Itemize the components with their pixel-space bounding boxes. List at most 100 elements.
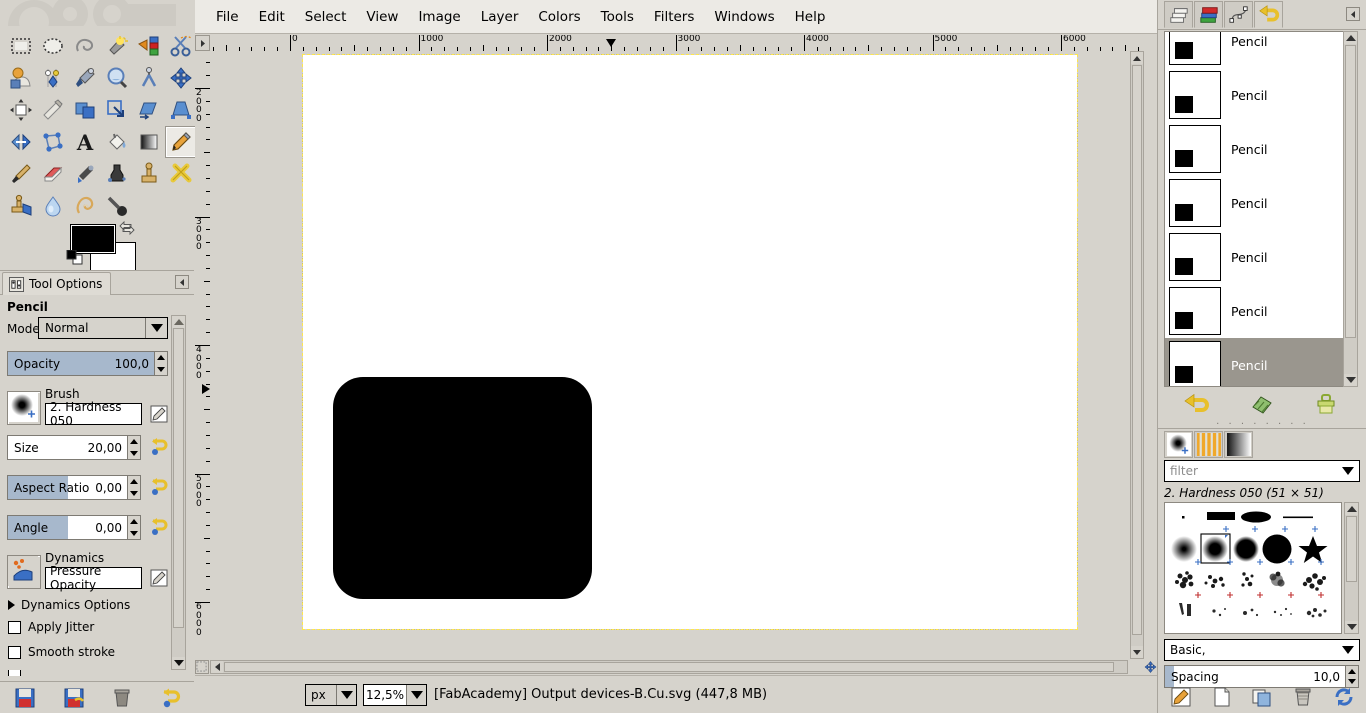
ellipse-select-tool[interactable] [37,30,69,62]
zoom-combo[interactable]: 12,5% [363,684,427,706]
canvas-horizontal-scrollbar[interactable] [210,660,1128,674]
canvas-vertical-scrollbar[interactable] [1130,51,1144,659]
canvas-hscroll-thumb[interactable] [224,662,1114,672]
edit-brush-icon[interactable] [150,405,168,423]
brush-tag-combo[interactable]: Basic, [1164,639,1360,661]
swap-colors-icon[interactable] [118,220,136,236]
align-tool[interactable] [5,94,37,126]
vertical-ruler[interactable]: 2000 3000 4000 5000 6000 [195,51,210,659]
undo-scroll-thumb[interactable] [1345,45,1356,338]
unit-combo[interactable]: px [305,684,357,706]
dodge-burn-tool[interactable] [101,190,133,222]
menu-tools[interactable]: Tools [591,6,644,28]
menu-help[interactable]: Help [785,6,836,28]
undo-history-list[interactable]: Pencil Pencil Pencil Pencil Pencil Pencil Penc… [1164,31,1349,387]
reset-angle-icon[interactable] [148,517,168,537]
fuzzy-select-tool[interactable] [101,30,133,62]
canvas-scroll-up-button[interactable] [1131,52,1143,64]
shear-tool[interactable] [133,94,165,126]
canvas-scroll-left-button[interactable] [211,661,223,673]
undo-history-item[interactable]: Pencil [1165,230,1348,284]
clear-undo-history-button[interactable] [1314,393,1338,415]
foreground-select-tool[interactable] [5,62,37,94]
brush-grid-scroll-thumb[interactable] [1346,516,1357,582]
brush-name-field[interactable]: 2. Hardness 050 [45,400,142,428]
gradient-tool[interactable] [133,126,165,158]
refresh-brushes-button[interactable] [1333,686,1355,708]
canvas-vscroll-thumb[interactable] [1132,65,1142,635]
brush-scroll-down-button[interactable] [1345,621,1358,633]
menu-select[interactable]: Select [295,6,357,28]
menu-colors[interactable]: Colors [528,6,590,28]
clone-tool[interactable] [133,158,165,190]
apply-jitter-row[interactable]: Apply Jitter [8,620,94,634]
edit-dynamics-icon[interactable] [150,569,168,587]
perspective-tool[interactable] [165,94,197,126]
menu-view[interactable]: View [356,6,408,28]
tool-options-scrollbar[interactable] [171,315,186,670]
dynamics-options-expander[interactable]: Dynamics Options [8,598,130,612]
smooth-stroke-row[interactable]: Smooth stroke [8,645,115,659]
incremental-checkbox[interactable] [8,670,21,676]
save-tool-preset-icon[interactable] [14,687,36,709]
menu-edit[interactable]: Edit [249,6,295,28]
pencil-tool[interactable] [165,126,197,158]
reset-colors-icon[interactable] [66,250,84,266]
edit-brush-button[interactable] [1170,686,1192,708]
reset-size-icon[interactable] [148,437,168,457]
scale-tool[interactable] [101,94,133,126]
undo-history-item[interactable]: Pencil [1165,68,1348,122]
scroll-down-button[interactable] [172,657,185,669]
menu-filters[interactable]: Filters [644,6,704,28]
undo-scroll-down-button[interactable] [1344,374,1357,386]
smudge-tool[interactable] [69,190,101,222]
undo-history-item[interactable]: Pencil [1165,122,1348,176]
rotate-tool[interactable] [69,94,101,126]
crop-tool[interactable] [37,94,69,126]
redo-button[interactable] [1249,393,1275,415]
tool-options-scroll-thumb[interactable] [173,328,184,628]
scroll-up-button[interactable] [172,316,185,328]
undo-history-item[interactable]: Pencil [1165,176,1348,230]
dynamics-field[interactable]: Pressure Opacity [45,564,142,592]
mode-dropdown-arrow[interactable] [145,318,167,338]
undo-history-scrollbar[interactable] [1343,31,1358,387]
smooth-stroke-checkbox[interactable] [8,645,21,659]
undo-history-item[interactable]: Pencil [1165,338,1348,386]
bucket-fill-tool[interactable] [101,126,133,158]
patterns-tab[interactable] [1194,431,1223,458]
canvas-scroll-down-button[interactable] [1131,646,1143,658]
menu-windows[interactable]: Windows [704,6,784,28]
brush-preview[interactable] [7,391,41,425]
brush-tag-dropdown-arrow[interactable] [1337,646,1359,654]
channels-tab[interactable] [1194,1,1223,28]
zoom-dropdown-arrow[interactable] [406,685,426,705]
blur-sharpen-tool[interactable] [37,190,69,222]
paths-tab[interactable] [1224,1,1253,28]
undo-history-tab[interactable] [1254,1,1283,28]
horizontal-ruler[interactable]: 0 1000 2000 3000 4000 5000 6000 [210,35,1142,51]
brush-grid[interactable] [1164,502,1342,634]
tab-tool-options[interactable]: Tool Options [2,272,112,295]
opacity-spinner[interactable] [155,351,168,376]
aspect-ratio-spinner[interactable] [128,475,141,500]
reset-tool-options-icon[interactable] [159,687,181,709]
eraser-tool[interactable] [37,158,69,190]
brush-filter-field[interactable]: filter [1164,460,1360,482]
heal-tool[interactable] [165,158,197,190]
apply-jitter-checkbox[interactable] [8,620,21,634]
duplicate-brush-button[interactable] [1251,686,1273,708]
gradients-tab[interactable] [1224,431,1253,458]
angle-slider[interactable]: Angle 0,00 [7,515,128,540]
collapse-right-dock-button[interactable] [1346,7,1360,21]
brush-scroll-up-button[interactable] [1345,503,1358,515]
layers-tab[interactable] [1164,1,1193,28]
brush-filter-dropdown-arrow[interactable] [1337,467,1359,475]
collapse-dock-button[interactable] [175,275,189,289]
canvas-area[interactable] [210,51,1142,659]
dock-resize-grip[interactable]: · · · · · · · · [1158,419,1366,430]
undo-button[interactable] [1182,393,1210,415]
reset-aspect-ratio-icon[interactable] [148,477,168,497]
aspect-ratio-slider[interactable]: Aspect Ratio 0,00 [7,475,128,500]
incremental-row-partial[interactable] [8,670,21,676]
